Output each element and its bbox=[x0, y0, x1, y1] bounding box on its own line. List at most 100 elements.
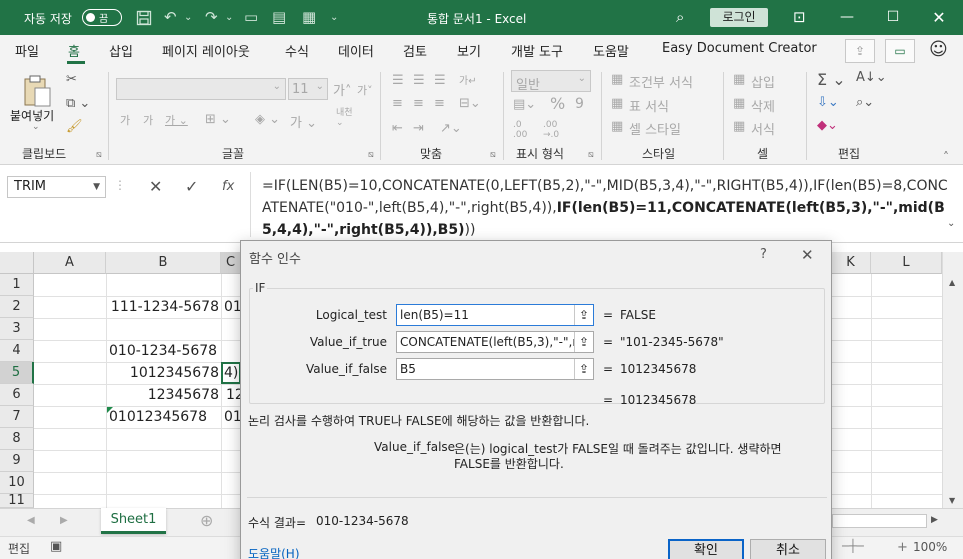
column-header[interactable]: A bbox=[34, 252, 106, 274]
wrap-text-icon[interactable]: 가↵ bbox=[459, 72, 477, 87]
comments-icon[interactable]: ▭ bbox=[885, 39, 915, 63]
underline-icon[interactable]: 가 ⌄ bbox=[165, 112, 188, 128]
align-middle-icon[interactable]: ☰ bbox=[413, 73, 425, 88]
row-header[interactable]: 4 bbox=[0, 340, 34, 362]
prev-sheet-icon[interactable]: ◀ bbox=[27, 515, 35, 526]
column-header[interactable]: B bbox=[106, 252, 221, 274]
column-header[interactable]: L bbox=[871, 252, 942, 274]
maximize-icon[interactable]: ☐ bbox=[870, 0, 916, 35]
number-format-combo[interactable]: 일반 ⌄ bbox=[511, 70, 591, 93]
tab-developer[interactable]: 개발 도구 bbox=[511, 41, 563, 60]
arg-input-value-if-true[interactable]: CONCATENATE(left(B5,3),"-",m bbox=[396, 331, 594, 353]
ok-button[interactable]: 확인 bbox=[668, 539, 744, 559]
save-icon[interactable] bbox=[136, 0, 152, 39]
format-painter-icon[interactable]: 🖌 bbox=[66, 119, 83, 134]
cell-C5-active[interactable]: 4)) bbox=[221, 362, 241, 384]
zoom-level[interactable]: 100% bbox=[913, 540, 947, 554]
cancel-entry-icon[interactable]: ✕ bbox=[149, 177, 162, 196]
cell-B2[interactable]: 111-1234-5678 bbox=[106, 296, 219, 318]
scroll-up-icon[interactable]: ▲ bbox=[949, 278, 955, 287]
ribbon-display-icon[interactable]: ⊡ bbox=[793, 0, 806, 35]
row-header[interactable]: 11 bbox=[0, 494, 34, 508]
borders-icon[interactable]: ⊞ ⌄ bbox=[205, 112, 231, 127]
select-all-corner[interactable] bbox=[0, 252, 34, 274]
fill-icon[interactable]: ⇩⌄ bbox=[817, 95, 839, 110]
font-color-icon[interactable]: 가 ⌄ bbox=[290, 112, 317, 131]
cell-B5[interactable]: 1012345678 bbox=[106, 362, 219, 384]
minimize-icon[interactable]: — bbox=[824, 0, 870, 35]
clipboard-launcher-icon[interactable]: ⧅ bbox=[96, 150, 102, 160]
column-header[interactable]: C bbox=[221, 252, 241, 274]
format-as-table-icon[interactable]: ▦ bbox=[611, 96, 623, 111]
insert-function-icon[interactable]: fx bbox=[222, 179, 234, 194]
font-size-combo[interactable]: 11 ⌄ bbox=[288, 78, 328, 100]
align-top-icon[interactable]: ☰ bbox=[392, 73, 404, 88]
collapse-dialog-icon[interactable]: ⇪ bbox=[574, 305, 593, 325]
conditional-format-button[interactable]: 조건부 서식 bbox=[629, 72, 693, 91]
new-file-icon[interactable]: ▭ bbox=[244, 0, 258, 35]
tab-review[interactable]: 검토 bbox=[403, 41, 427, 60]
find-select-icon[interactable]: ⌕⌄ bbox=[856, 95, 874, 110]
copy-icon[interactable]: ⧉ ⌄ bbox=[66, 96, 90, 111]
align-bottom-icon[interactable]: ☰ bbox=[434, 73, 446, 88]
format-as-table-button[interactable]: 표 서식 bbox=[629, 96, 669, 115]
phonetic-icon[interactable]: 내천 ⌄ bbox=[336, 108, 353, 128]
cut-icon[interactable]: ✂ bbox=[66, 72, 77, 87]
next-sheet-icon[interactable]: ▶ bbox=[60, 515, 68, 526]
row-header[interactable]: 9 bbox=[0, 450, 34, 472]
arg-input-value-if-false[interactable]: B5 bbox=[396, 358, 594, 380]
percent-icon[interactable]: % bbox=[550, 94, 565, 113]
shrink-font-icon[interactable]: 가˅ bbox=[357, 82, 373, 98]
row-header[interactable]: 7 bbox=[0, 406, 34, 428]
tab-data[interactable]: 데이터 bbox=[338, 41, 374, 60]
row-header[interactable]: 5 bbox=[0, 362, 34, 384]
scroll-down-icon[interactable]: ▼ bbox=[949, 496, 955, 505]
redo-icon[interactable]: ↷ bbox=[205, 0, 218, 35]
tab-easy-document-creator[interactable]: Easy Document Creator bbox=[662, 41, 817, 56]
number-launcher-icon[interactable]: ⧅ bbox=[588, 150, 594, 160]
autosave-toggle[interactable]: 끔 bbox=[82, 9, 122, 26]
collapse-dialog-icon[interactable]: ⇪ bbox=[574, 359, 593, 379]
align-left-icon[interactable]: ≡ bbox=[392, 96, 403, 111]
cell-styles-button[interactable]: 셀 스타일 bbox=[629, 119, 681, 138]
cell-B7[interactable]: 01012345678 bbox=[109, 406, 207, 428]
dialog-close-icon[interactable]: ✕ bbox=[801, 246, 814, 264]
customize-toolbar-icon[interactable]: ⌄ bbox=[330, 0, 338, 35]
undo-icon[interactable]: ↶ bbox=[164, 0, 177, 35]
orientation-icon[interactable]: ↗⌄ bbox=[440, 121, 462, 136]
format-cells-button[interactable]: 서식 bbox=[751, 119, 775, 138]
delete-cells-icon[interactable]: ▦ bbox=[733, 96, 745, 111]
increase-indent-icon[interactable]: ⇥ bbox=[413, 121, 424, 136]
help-link[interactable]: 도움말(H) bbox=[248, 545, 300, 559]
horizontal-scrollbar[interactable] bbox=[832, 514, 927, 528]
vertical-scrollbar[interactable]: ▲ ▼ bbox=[942, 252, 963, 508]
tab-page-layout[interactable]: 페이지 레이아웃 bbox=[162, 41, 250, 60]
tab-file[interactable]: 파일 bbox=[15, 41, 39, 60]
row-header[interactable]: 3 bbox=[0, 318, 34, 340]
redo-dropdown-icon[interactable]: ⌄ bbox=[225, 0, 233, 35]
undo-dropdown-icon[interactable]: ⌄ bbox=[184, 0, 192, 35]
zoom-slider-icon[interactable]: ─┼─ bbox=[842, 539, 864, 553]
close-icon[interactable]: ✕ bbox=[916, 0, 962, 35]
macro-record-icon[interactable]: ▣ bbox=[50, 539, 62, 554]
name-box[interactable]: TRIM ▼ bbox=[7, 176, 106, 198]
collapse-ribbon-icon[interactable]: ˄ bbox=[943, 150, 949, 164]
align-center-icon[interactable]: ≡ bbox=[413, 96, 424, 111]
grow-font-icon[interactable]: 가˄ bbox=[333, 80, 351, 99]
row-header[interactable]: 10 bbox=[0, 472, 34, 494]
insert-cells-icon[interactable]: ▦ bbox=[733, 72, 745, 87]
login-button[interactable]: 로그인 bbox=[710, 8, 768, 27]
merge-center-icon[interactable]: ⊟⌄ bbox=[459, 96, 481, 111]
italic-icon[interactable]: 가 bbox=[143, 112, 153, 128]
cell-B4[interactable]: 010-1234-5678 bbox=[109, 340, 217, 362]
collapse-dialog-icon[interactable]: ⇪ bbox=[574, 332, 593, 352]
increase-decimal-icon[interactable]: .0.00 bbox=[513, 120, 527, 140]
clear-icon[interactable]: ◆⌄ bbox=[817, 118, 838, 133]
tab-formulas[interactable]: 수식 bbox=[285, 41, 309, 60]
add-sheet-icon[interactable]: ⊕ bbox=[200, 511, 213, 530]
formula-bar-grip-icon[interactable]: ⋮ bbox=[114, 178, 126, 192]
row-header[interactable]: 1 bbox=[0, 274, 34, 296]
delete-cells-button[interactable]: 삭제 bbox=[751, 96, 775, 115]
column-header[interactable]: K bbox=[831, 252, 871, 274]
cancel-button[interactable]: 취소 bbox=[750, 539, 826, 559]
